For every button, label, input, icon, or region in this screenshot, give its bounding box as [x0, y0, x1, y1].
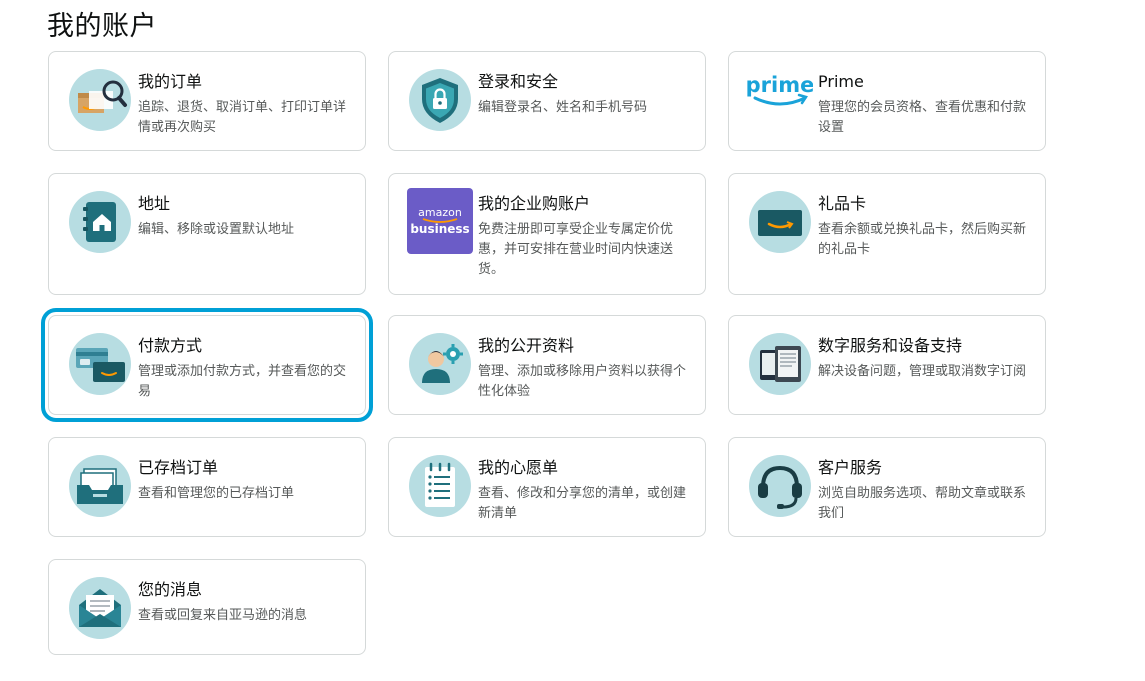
card-description: 管理、添加或移除用户资料以获得个性化体验	[478, 364, 687, 399]
card-gift-card[interactable]: 礼品卡 查看余额或兑换礼品卡，然后购买新的礼品卡	[728, 173, 1046, 295]
card-business-account[interactable]: amazon business 我的企业购账户 免费注册即可享受企业专属定价优惠…	[388, 173, 706, 295]
message-envelope-icon	[69, 577, 131, 639]
card-description: 编辑、移除或设置默认地址	[138, 222, 295, 237]
card-digital-services[interactable]: 数字服务和设备支持 解决设备问题，管理或取消数字订阅	[728, 315, 1046, 415]
card-title: 登录和安全	[478, 72, 559, 91]
card-title: 已存档订单	[138, 458, 219, 477]
card-description: 查看或回复来自亚马逊的消息	[138, 608, 308, 623]
card-title: 地址	[138, 194, 171, 213]
card-title: 客户服务	[818, 458, 883, 477]
card-title: 我的企业购账户	[478, 194, 591, 213]
address-book-icon	[69, 191, 131, 253]
card-description: 浏览自助服务选项、帮助文章或联系我们	[818, 486, 1027, 521]
headset-icon	[749, 455, 811, 517]
card-title: 我的心愿单	[478, 458, 559, 477]
card-description: 免费注册即可享受企业专属定价优惠，并可安排在营业时间内快速送货。	[478, 222, 674, 277]
card-public-profile[interactable]: 我的公开资料 管理、添加或移除用户资料以获得个性化体验	[388, 315, 706, 415]
card-archived-orders[interactable]: 已存档订单 查看和管理您的已存档订单	[48, 437, 366, 537]
card-wishlist[interactable]: 我的心愿单 查看、修改和分享您的清单，或创建新清单	[388, 437, 706, 537]
svg-text:prime: prime	[747, 73, 813, 97]
devices-icon	[749, 333, 811, 395]
card-messages[interactable]: 您的消息 查看或回复来自亚马逊的消息	[48, 559, 366, 655]
card-customer-service[interactable]: 客户服务 浏览自助服务选项、帮助文章或联系我们	[728, 437, 1046, 537]
card-prime[interactable]: prime Prime 管理您的会员资格、查看优惠和付款设置	[728, 51, 1046, 151]
card-description: 管理您的会员资格、查看优惠和付款设置	[818, 100, 1027, 135]
profile-settings-icon	[409, 333, 471, 395]
payment-cards-icon	[69, 333, 131, 395]
archived-orders-icon	[69, 455, 131, 517]
card-title: 付款方式	[138, 336, 203, 355]
svg-text:business: business	[410, 222, 469, 236]
card-description: 追踪、退货、取消订单、打印订单详情或再次购买	[138, 100, 347, 135]
card-description: 查看和管理您的已存档订单	[138, 486, 295, 501]
card-description: 编辑登录名、姓名和手机号码	[478, 100, 648, 115]
wishlist-icon	[409, 455, 471, 517]
card-description: 查看、修改和分享您的清单，或创建新清单	[478, 486, 687, 521]
card-title: 我的订单	[138, 72, 203, 91]
security-shield-icon	[409, 69, 471, 131]
card-title: Prime	[818, 72, 864, 91]
card-login-security[interactable]: 登录和安全 编辑登录名、姓名和手机号码	[388, 51, 706, 151]
card-title: 礼品卡	[818, 194, 867, 213]
card-description: 管理或添加付款方式，并查看您的交易	[138, 364, 347, 399]
card-description: 查看余额或兑换礼品卡，然后购买新的礼品卡	[818, 222, 1027, 257]
orders-package-icon	[69, 69, 131, 131]
card-title: 我的公开资料	[478, 336, 575, 355]
card-title: 数字服务和设备支持	[818, 336, 963, 355]
card-address[interactable]: 地址 编辑、移除或设置默认地址	[48, 173, 366, 295]
amazon-business-logo: amazon business	[407, 188, 473, 254]
card-orders[interactable]: 我的订单 追踪、退货、取消订单、打印订单详情或再次购买	[48, 51, 366, 151]
svg-text:amazon: amazon	[418, 206, 462, 219]
card-title: 您的消息	[138, 580, 203, 599]
gift-card-icon	[749, 191, 811, 253]
card-payment-methods[interactable]: 付款方式 管理或添加付款方式，并查看您的交易	[41, 308, 373, 422]
card-description: 解决设备问题，管理或取消数字订阅	[818, 364, 1027, 379]
page-title: 我的账户	[47, 11, 157, 42]
prime-logo: prime	[747, 66, 813, 116]
